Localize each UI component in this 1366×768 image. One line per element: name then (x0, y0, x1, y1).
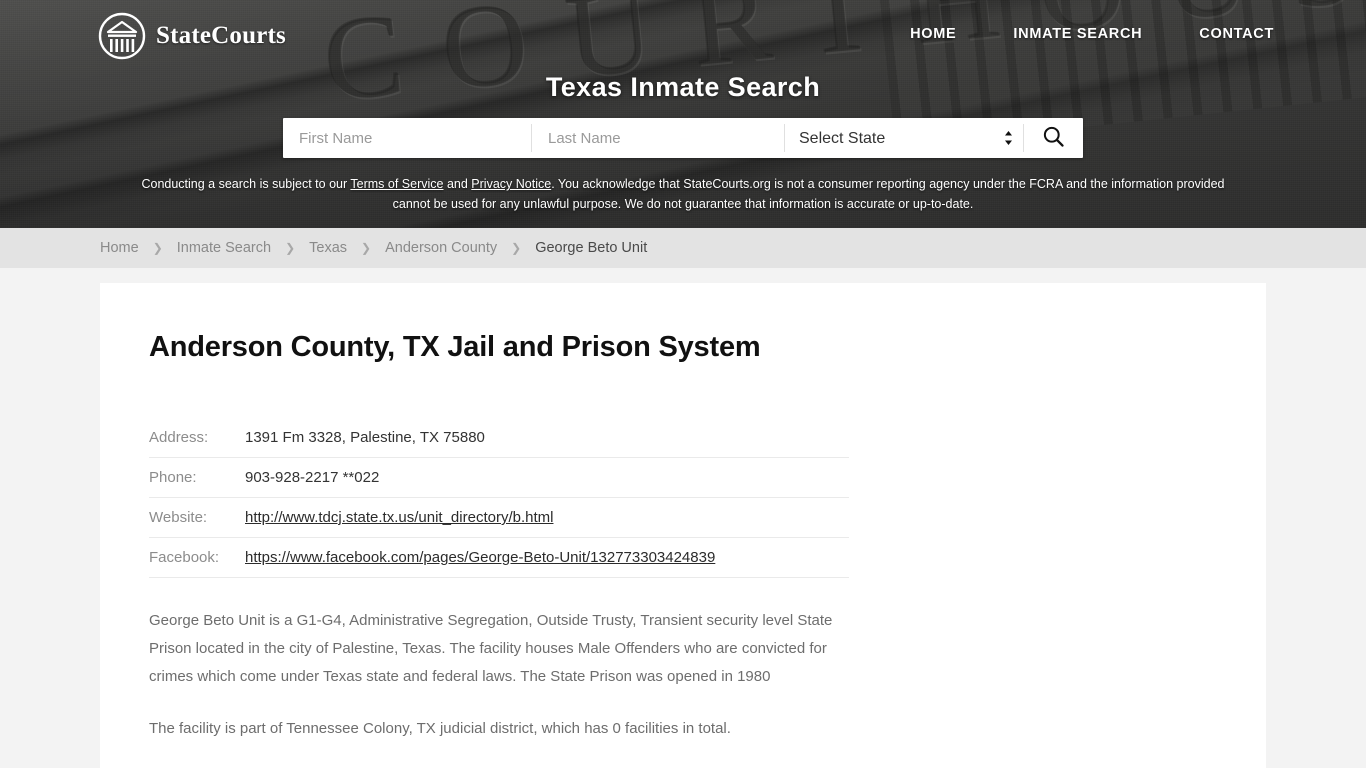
description-paragraph-2: The facility is part of Tennessee Colony… (149, 720, 731, 737)
table-row: Facebook: https://www.facebook.com/pages… (149, 538, 849, 578)
breadcrumb-item-texas[interactable]: Texas (309, 240, 347, 256)
breadcrumb-bar: Home ❯ Inmate Search ❯ Texas ❯ Anderson … (0, 228, 1366, 268)
detail-value-facebook: https://www.facebook.com/pages/George-Be… (245, 538, 849, 578)
chevron-right-icon: ❯ (511, 241, 522, 255)
chevron-right-icon: ❯ (285, 241, 296, 255)
main-navigation: HOME INMATE SEARCH CONTACT (910, 26, 1274, 42)
privacy-notice-link[interactable]: Privacy Notice (471, 177, 551, 191)
description-paragraph-1: George Beto Unit is a G1-G4, Administrat… (149, 612, 833, 685)
detail-label-website: Website: (149, 509, 208, 526)
brand-logo-link[interactable]: StateCourts (98, 12, 286, 60)
search-submit-button[interactable] (1023, 124, 1083, 152)
nav-item-contact[interactable]: CONTACT (1199, 26, 1274, 42)
detail-value-phone: 903-928-2217 **022 (245, 469, 380, 486)
content-card: Anderson County, TX Jail and Prison Syst… (100, 283, 1266, 768)
breadcrumb-item-current: George Beto Unit (535, 240, 648, 256)
detail-label-address: Address: (149, 429, 209, 446)
inmate-search-form: Select State (283, 118, 1083, 158)
breadcrumb-item-home[interactable]: Home (100, 240, 139, 256)
breadcrumb: Home ❯ Inmate Search ❯ Texas ❯ Anderson … (0, 240, 647, 256)
magnifier-icon (1042, 125, 1065, 151)
website-link[interactable]: http://www.tdcj.state.tx.us/unit_directo… (245, 509, 553, 526)
chevron-right-icon: ❯ (152, 241, 163, 255)
breadcrumb-item-anderson-county[interactable]: Anderson County (385, 240, 497, 256)
terms-of-service-link[interactable]: Terms of Service (350, 177, 443, 191)
hero-header: COURTHOUSE StateCourts HOME INMATE SEARC… (0, 0, 1366, 228)
nav-item-inmate-search[interactable]: INMATE SEARCH (1013, 26, 1142, 42)
detail-label-phone: Phone: (149, 469, 197, 486)
nav-item-home[interactable]: HOME (910, 26, 956, 42)
detail-value-website: http://www.tdcj.state.tx.us/unit_directo… (245, 498, 849, 538)
state-select[interactable]: Select State (785, 118, 1023, 158)
last-name-input[interactable] (532, 118, 784, 158)
page-body: Anderson County, TX Jail and Prison Syst… (0, 268, 1366, 768)
table-row: Address: 1391 Fm 3328, Palestine, TX 758… (149, 418, 849, 458)
detail-value-address: 1391 Fm 3328, Palestine, TX 75880 (245, 429, 485, 446)
brand-name: StateCourts (156, 22, 286, 49)
table-row: Phone: 903-928-2217 **022 (149, 458, 849, 498)
disclaimer-text-2: and (443, 177, 472, 191)
table-row: Website: http://www.tdcj.state.tx.us/uni… (149, 498, 849, 538)
courthouse-logo-icon (98, 12, 146, 60)
facility-details-table: Address: 1391 Fm 3328, Palestine, TX 758… (149, 418, 849, 578)
chevron-right-icon: ❯ (361, 241, 372, 255)
disclaimer-text-1: Conducting a search is subject to our (141, 177, 351, 191)
state-select-wrapper: Select State (785, 118, 1023, 158)
first-name-input[interactable] (283, 118, 531, 158)
hero-title: Texas Inmate Search (545, 72, 821, 102)
search-disclaimer: Conducting a search is subject to our Te… (0, 174, 1366, 214)
breadcrumb-item-inmate-search[interactable]: Inmate Search (177, 240, 271, 256)
detail-label-facebook: Facebook: (149, 549, 220, 566)
facebook-link[interactable]: https://www.facebook.com/pages/George-Be… (245, 549, 715, 566)
page-title: Anderson County, TX Jail and Prison Syst… (149, 331, 761, 363)
facility-description: George Beto Unit is a G1-G4, Administrat… (149, 607, 849, 743)
